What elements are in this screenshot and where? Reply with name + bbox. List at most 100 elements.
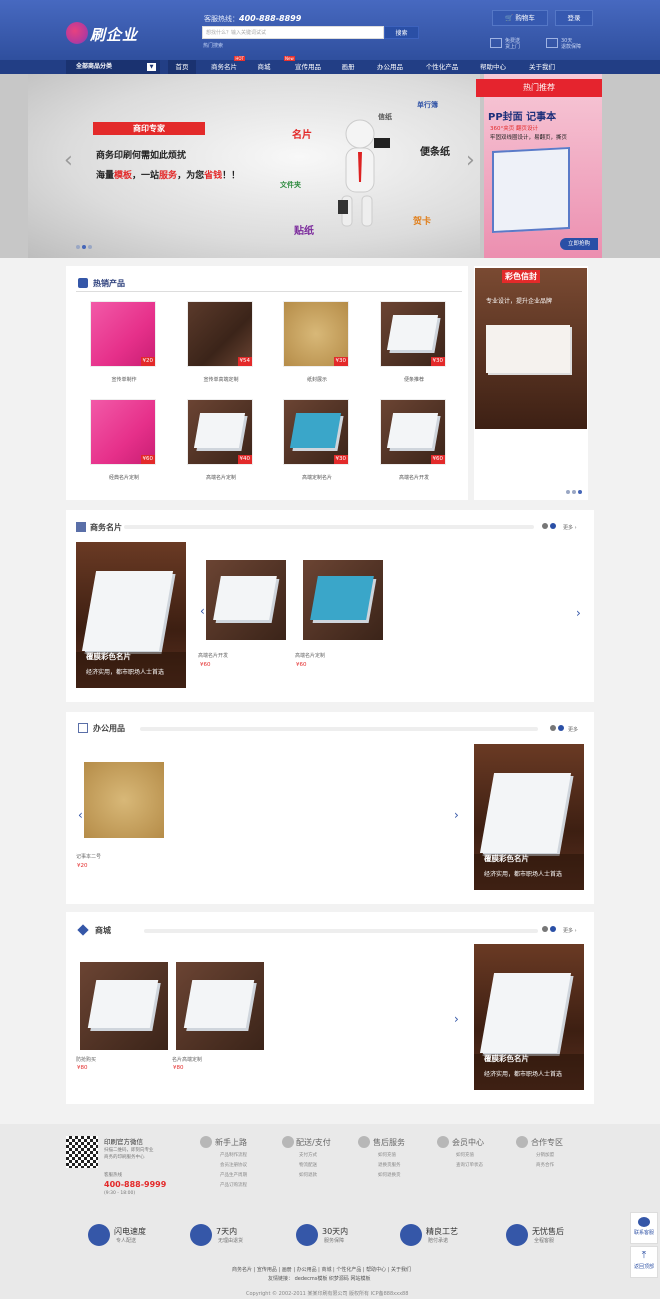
product-image: ¥60 [90,399,156,465]
cart-icon: 🛒 [505,14,516,22]
banner-word: 贴纸 [294,226,314,237]
product-image[interactable] [84,762,164,838]
product-price: ¥80 [77,1065,88,1071]
product-card[interactable]: ¥30 高端定制名片 [283,399,351,481]
pager-dot[interactable] [550,926,556,932]
product-name[interactable]: 高端名片定制 [295,652,325,659]
footer-link[interactable]: 如何退换货 [378,1172,401,1178]
pager-dot[interactable] [550,725,556,731]
pager-dot[interactable] [542,926,548,932]
product-name[interactable]: 名片高端定制 [172,1056,202,1063]
footer-link[interactable]: 如何充值 [378,1152,396,1158]
chevron-left-icon[interactable]: ‹ [200,600,205,622]
footer-link[interactable]: 如何充值 [456,1152,474,1158]
footer-link[interactable]: 商务合作 [536,1162,554,1168]
product-card[interactable]: ¥30 纸封展示 [283,301,351,383]
product-image[interactable] [303,560,383,640]
search-input[interactable]: 想找什么？输入关键词试试 [202,26,384,39]
site-logo[interactable]: 刷企业 [66,20,138,48]
banner-pager[interactable] [76,245,92,249]
footer-link[interactable]: 如何退款 [299,1172,317,1178]
product-image: ¥20 [90,301,156,367]
nav-mall[interactable]: 商城 [252,60,276,74]
product-image[interactable] [80,962,168,1050]
footer-link[interactable]: 会员注册协议 [220,1162,247,1168]
back-to-top-button[interactable]: ⤒ 返回顶部 [630,1246,658,1278]
banner-word: 贺卡 [413,217,432,227]
nav-home[interactable]: 首页 [168,60,196,74]
banner-word: 单行簿 [417,101,438,109]
feature-card[interactable]: 覆膜彩色名片 经济实用，都市职场人士首选 [474,944,584,1090]
category-menu[interactable]: 全部商品分类 ▼ [66,60,160,74]
friend-links[interactable]: 友情链接： dedecms模板 织梦源码 网站模板 [268,1275,371,1282]
product-name[interactable]: 记事本二号 [76,853,101,860]
product-price: ¥80 [173,1065,184,1071]
product-card[interactable]: ¥20 宣传单制作 [90,301,158,383]
more-link[interactable]: 更多 › [563,524,577,531]
footer-nav-links[interactable]: 商务名片 | 宣传用品 | 画册 | 办公用品 | 商城 | 个性化产品 | 帮… [232,1266,411,1273]
section-pager[interactable] [542,523,556,529]
nav-office[interactable]: 办公用品 [372,60,408,74]
nav-brochure[interactable]: 画册 [336,60,360,74]
chevron-left-icon[interactable]: ‹ [78,804,83,826]
pager-dot[interactable] [88,245,92,249]
product-image[interactable] [206,560,286,640]
nav-business-cards[interactable]: 商务名片 HOT [206,56,245,74]
chevron-right-icon[interactable]: › [576,602,581,624]
contact-service-button[interactable]: 联系客服 [630,1212,658,1244]
product-image[interactable] [176,962,264,1050]
product-card[interactable]: ¥30 便条推荐 [380,301,448,383]
banner-slide[interactable] [28,74,480,258]
pager-dot[interactable] [82,245,86,249]
nav-personalized[interactable]: 个性化产品 [420,60,464,74]
section-pager[interactable] [550,725,564,731]
pager-dot[interactable] [550,523,556,529]
logo-icon [66,22,88,44]
footer-link[interactable]: 物流配送 [299,1162,317,1168]
card-icon [76,522,86,532]
more-link[interactable]: 更多 [568,726,578,733]
footer-link[interactable]: 退换货服务 [378,1162,401,1168]
nav-about[interactable]: 关于我们 [522,60,562,74]
product-name[interactable]: 防抢购买 [76,1056,96,1063]
chevron-right-icon[interactable]: › [454,1008,459,1030]
product-card[interactable]: ¥60 经典名片定制 [90,399,158,481]
search-button[interactable]: 搜索 [384,26,419,39]
more-link[interactable]: 更多 › [563,927,577,934]
buy-now-button[interactable]: 立即抢购 [560,238,598,250]
chevron-right-icon[interactable]: › [466,150,475,172]
chevron-right-icon[interactable]: › [454,804,459,826]
newbie-icon [200,1136,212,1148]
pager-dot[interactable] [572,490,576,494]
envelope-shape [486,325,570,373]
footer-link[interactable]: 产品订购流程 [220,1182,247,1188]
footer-link[interactable]: 分销加盟 [536,1152,554,1158]
hot-keywords[interactable]: 热门搜索 [203,42,223,49]
pager-dot[interactable] [542,523,548,529]
footer-link[interactable]: 产品生产周期 [220,1172,247,1178]
chevron-left-icon[interactable]: ‹ [64,150,73,172]
feature-card[interactable]: 覆膜彩色名片 经济实用，都市职场人士首选 [76,542,186,688]
product-card[interactable]: ¥60 高端名片开发 [380,399,448,481]
pager-dot[interactable] [566,490,570,494]
pager-dot[interactable] [558,725,564,731]
footer-link[interactable]: 产品制作流程 [220,1152,247,1158]
nav-promo[interactable]: 宣传用品 New [284,56,326,74]
envelope-pager[interactable] [566,490,582,494]
product-card[interactable]: ¥40 高端名片定制 [187,399,255,481]
footer-link[interactable]: 查询订单状态 [456,1162,483,1168]
section-pager[interactable] [542,926,556,932]
product-name[interactable]: 高端名片开发 [198,652,228,659]
nav-help[interactable]: 帮助中心 [475,60,511,74]
login-button[interactable]: 登录 [555,10,593,26]
product-card[interactable]: ¥54 宣传单高端定制 [187,301,255,383]
envelope-title: 彩色信封 [502,270,540,283]
cart-button[interactable]: 🛒 购物车 [492,10,548,26]
calendar-30-icon [296,1224,318,1246]
footer-col-title: 售后服务 [373,1138,405,1147]
footer-link[interactable]: 支付方式 [299,1152,317,1158]
delivery-icon [282,1136,294,1148]
pager-dot[interactable] [76,245,80,249]
feature-card[interactable]: 覆膜彩色名片 经济实用，都市职场人士首选 [474,744,584,890]
pager-dot[interactable] [578,490,582,494]
